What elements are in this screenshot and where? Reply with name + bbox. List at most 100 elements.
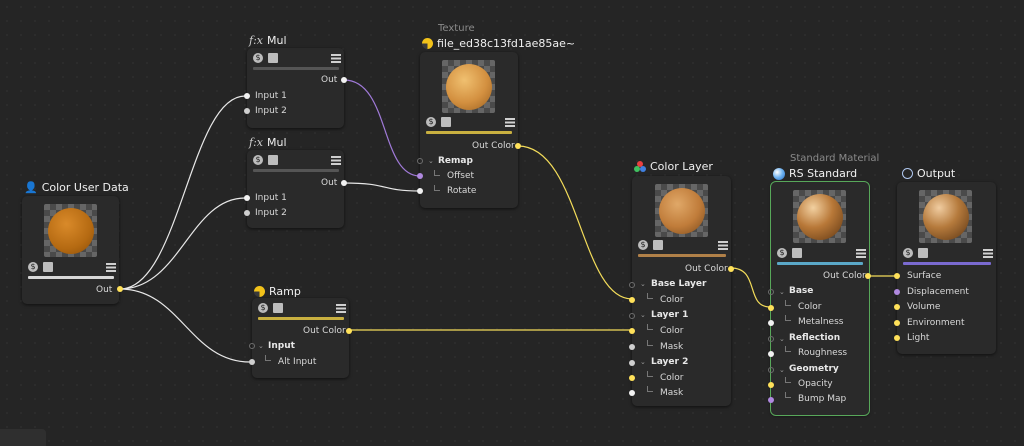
group-port[interactable] bbox=[249, 343, 255, 349]
dollar-icon[interactable]: $ bbox=[903, 248, 913, 258]
tree-branch bbox=[785, 392, 791, 398]
dollar-icon[interactable]: $ bbox=[258, 303, 268, 313]
input-port[interactable] bbox=[768, 320, 774, 326]
input-port[interactable] bbox=[768, 351, 774, 357]
group-port[interactable] bbox=[417, 158, 423, 164]
color-layer-node[interactable]: $ Out Color ⌄ Base Layer Color ⌄ Layer 1… bbox=[629, 176, 734, 406]
displacement-label: Displacement bbox=[907, 287, 969, 297]
menu-icon[interactable] bbox=[505, 118, 515, 127]
input-port[interactable] bbox=[894, 304, 900, 310]
wire-mul2-rotate bbox=[343, 182, 421, 192]
input-port[interactable] bbox=[768, 305, 774, 311]
image-icon[interactable] bbox=[441, 117, 451, 127]
input-port[interactable] bbox=[244, 93, 250, 99]
out-port[interactable] bbox=[341, 77, 347, 83]
group-port[interactable] bbox=[629, 282, 635, 288]
wire-cud-mul1in1 bbox=[119, 95, 246, 290]
node-preview bbox=[919, 190, 972, 243]
input-port[interactable] bbox=[768, 397, 774, 403]
material-sphere-icon bbox=[773, 167, 785, 180]
image-icon[interactable] bbox=[792, 248, 802, 258]
group-port[interactable] bbox=[629, 360, 635, 366]
node-color-bar bbox=[638, 254, 726, 257]
input-port[interactable] bbox=[894, 335, 900, 341]
menu-icon[interactable] bbox=[718, 241, 728, 250]
dollar-icon[interactable]: $ bbox=[638, 240, 648, 250]
tree-branch bbox=[785, 300, 791, 306]
node-color-bar bbox=[253, 169, 339, 172]
mul1-title: f:x Mul bbox=[249, 34, 287, 47]
out-port[interactable] bbox=[341, 180, 347, 186]
image-icon[interactable] bbox=[273, 303, 283, 313]
chevron-down-icon[interactable]: ⌄ bbox=[258, 342, 264, 350]
menu-icon[interactable] bbox=[331, 54, 341, 63]
out-port[interactable] bbox=[515, 143, 521, 149]
tree-branch bbox=[434, 170, 440, 176]
chevron-down-icon[interactable]: ⌄ bbox=[779, 288, 785, 296]
out-color-label: Out Color bbox=[685, 264, 728, 274]
input-port[interactable] bbox=[629, 390, 635, 396]
texture-node[interactable]: $ Out Color ⌄ Remap Offset Rotate bbox=[417, 52, 521, 208]
panel-corner-tab[interactable] bbox=[0, 429, 46, 446]
input-port[interactable] bbox=[244, 108, 250, 114]
base-group-label: Base bbox=[789, 286, 814, 296]
chevron-down-icon[interactable]: ⌄ bbox=[779, 335, 785, 343]
input-port[interactable] bbox=[629, 344, 635, 350]
menu-icon[interactable] bbox=[331, 156, 341, 165]
output-node[interactable]: $ Surface Displacement Volume Environmen… bbox=[894, 182, 996, 354]
image-icon[interactable] bbox=[268, 155, 278, 165]
node-preview bbox=[793, 190, 846, 243]
dollar-icon[interactable]: $ bbox=[777, 248, 787, 258]
group-port[interactable] bbox=[768, 367, 774, 373]
chevron-down-icon[interactable]: ⌄ bbox=[779, 366, 785, 374]
chevron-down-icon[interactable]: ⌄ bbox=[640, 358, 646, 366]
input-port[interactable] bbox=[244, 210, 250, 216]
input-port[interactable] bbox=[417, 188, 423, 194]
tree-branch bbox=[265, 355, 271, 361]
input-port[interactable] bbox=[629, 328, 635, 334]
chevron-down-icon[interactable]: ⌄ bbox=[428, 157, 434, 165]
input-port[interactable] bbox=[768, 382, 774, 388]
mul2-title: f:x Mul bbox=[249, 136, 287, 149]
image-icon[interactable] bbox=[653, 240, 663, 250]
group-port[interactable] bbox=[629, 313, 635, 319]
menu-icon[interactable] bbox=[856, 249, 866, 258]
input-port[interactable] bbox=[894, 320, 900, 326]
dollar-icon[interactable]: $ bbox=[253, 53, 263, 63]
group-port[interactable] bbox=[768, 336, 774, 342]
ramp-node[interactable]: $ Out Color ⌄ Input Alt Input bbox=[249, 298, 352, 378]
input-port[interactable] bbox=[244, 195, 250, 201]
image-icon[interactable] bbox=[268, 53, 278, 63]
out-port[interactable] bbox=[728, 266, 734, 272]
input-port[interactable] bbox=[894, 273, 900, 279]
menu-icon[interactable] bbox=[106, 263, 116, 272]
menu-icon[interactable] bbox=[983, 249, 993, 258]
input-port[interactable] bbox=[894, 289, 900, 295]
image-icon[interactable] bbox=[43, 262, 53, 272]
menu-icon[interactable] bbox=[336, 304, 346, 313]
dollar-icon[interactable]: $ bbox=[253, 155, 263, 165]
rs-standard-node[interactable]: $ Out Color ⌄ Base Color Metalness ⌄ Ref… bbox=[768, 181, 871, 416]
out-port[interactable] bbox=[865, 273, 871, 279]
out-port[interactable] bbox=[346, 328, 352, 334]
out-port[interactable] bbox=[117, 286, 123, 292]
output-title: Output bbox=[902, 167, 955, 180]
image-icon[interactable] bbox=[918, 248, 928, 258]
group-port[interactable] bbox=[768, 289, 774, 295]
node-color-bar bbox=[253, 67, 339, 70]
color-user-data-node[interactable]: $ Out bbox=[22, 196, 123, 304]
input-port[interactable] bbox=[249, 359, 255, 365]
mul2-node[interactable]: $ Out Input 1 Input 2 bbox=[244, 150, 347, 228]
input-port[interactable] bbox=[629, 375, 635, 381]
tree-branch bbox=[647, 386, 653, 392]
chevron-down-icon[interactable]: ⌄ bbox=[640, 280, 646, 288]
dollar-icon[interactable]: $ bbox=[28, 262, 38, 272]
chevron-down-icon[interactable]: ⌄ bbox=[640, 311, 646, 319]
ramp-title: Ramp bbox=[254, 285, 301, 298]
input-port[interactable] bbox=[629, 297, 635, 303]
dollar-icon[interactable]: $ bbox=[426, 117, 436, 127]
input-port[interactable] bbox=[417, 173, 423, 179]
tree-branch bbox=[647, 324, 653, 330]
mul1-node[interactable]: $ Out Input 1 Input 2 bbox=[244, 48, 347, 128]
formula-icon: f:x bbox=[249, 136, 263, 149]
